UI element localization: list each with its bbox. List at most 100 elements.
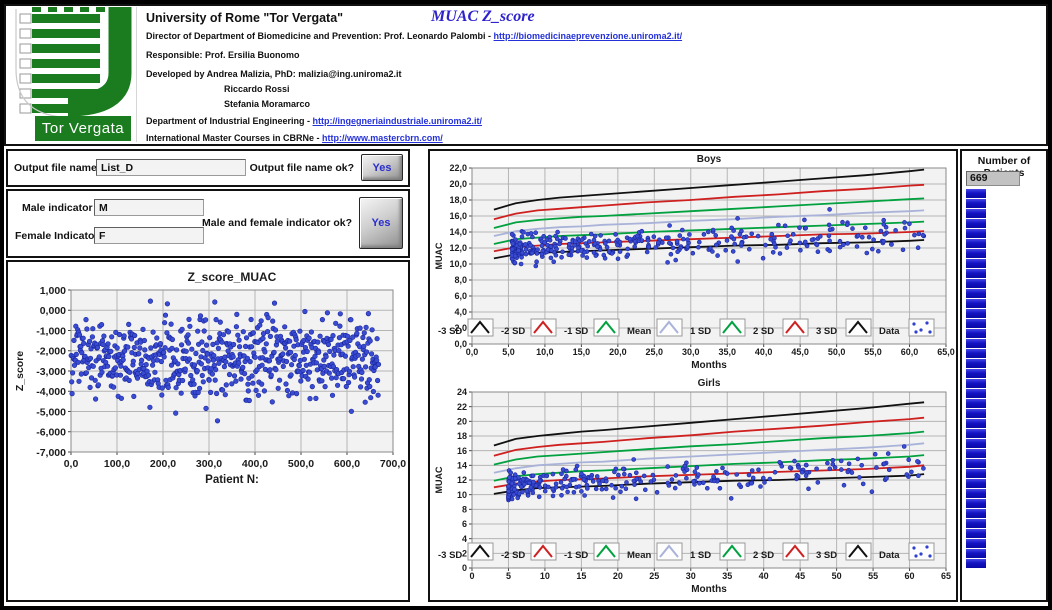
svg-text:22: 22 <box>457 402 467 412</box>
svg-text:20,0: 20,0 <box>609 347 627 357</box>
patient-cell <box>966 409 986 418</box>
svg-text:600,0: 600,0 <box>334 458 360 470</box>
zscore-chart-panel: 0,0100,0200,0300,0400,0500,0600,0700,01,… <box>6 260 410 602</box>
indicator-box: Male indicator Female Indicator Male and… <box>6 189 410 258</box>
svg-text:-2,000: -2,000 <box>36 346 66 358</box>
svg-text:1 SD: 1 SD <box>690 550 711 561</box>
patient-cell <box>966 549 986 558</box>
svg-text:-1 SD: -1 SD <box>564 326 588 337</box>
svg-text:1,000: 1,000 <box>40 285 66 297</box>
svg-text:60: 60 <box>905 571 915 581</box>
svg-text:1 SD: 1 SD <box>690 326 711 337</box>
svg-text:10,0: 10,0 <box>449 259 467 269</box>
svg-text:20: 20 <box>613 571 623 581</box>
mf-ok-button[interactable]: Yes <box>359 197 403 249</box>
svg-text:65,0: 65,0 <box>937 347 955 357</box>
svg-text:22,0: 22,0 <box>449 163 467 173</box>
app-content: Tor Vergata University of Rome "Tor Verg… <box>4 4 1048 606</box>
svg-text:0,0: 0,0 <box>64 458 79 470</box>
svg-text:0: 0 <box>462 563 467 573</box>
patient-cell <box>966 419 986 428</box>
svg-text:25: 25 <box>649 571 659 581</box>
svg-text:10,0: 10,0 <box>536 347 554 357</box>
director-line: Director of Department of Biomedicine an… <box>146 31 706 41</box>
logo-name: Tor Vergata <box>35 116 131 141</box>
patient-cell <box>966 299 986 308</box>
developer-2: Riccardo Rossi <box>224 84 706 94</box>
mastercbrn-link[interactable]: http://www.mastercbrn.com/ <box>322 133 443 143</box>
svg-text:18: 18 <box>457 431 467 441</box>
svg-text:Girls: Girls <box>698 378 721 389</box>
output-file-ok-label: Output file name ok? <box>250 162 354 174</box>
svg-text:12,0: 12,0 <box>449 243 467 253</box>
svg-text:Months: Months <box>691 584 727 595</box>
page-title: MUAC Z_score <box>431 8 535 26</box>
patient-cell <box>966 479 986 488</box>
patient-cell <box>966 289 986 298</box>
svg-text:700,0: 700,0 <box>380 458 406 470</box>
svg-text:-7,000: -7,000 <box>36 447 66 459</box>
svg-text:16,0: 16,0 <box>449 211 467 221</box>
male-indicator-input[interactable] <box>94 199 204 216</box>
biomedicine-link[interactable]: http://biomedicinaeprevenzione.uniroma2.… <box>494 31 683 41</box>
engineering-link[interactable]: http://ingegneriaindustriale.uniroma2.it… <box>313 116 483 126</box>
output-file-input[interactable] <box>96 159 246 176</box>
svg-text:Months: Months <box>691 360 727 371</box>
output-file-label: Output file name <box>14 162 97 174</box>
output-file-ok-button[interactable]: Yes <box>361 154 403 181</box>
svg-text:5,0: 5,0 <box>502 347 515 357</box>
patient-cell <box>966 459 986 468</box>
svg-text:50: 50 <box>832 571 842 581</box>
patient-cell <box>966 449 986 458</box>
svg-text:14,0: 14,0 <box>449 227 467 237</box>
svg-text:6,0: 6,0 <box>454 291 467 301</box>
svg-text:15,0: 15,0 <box>573 347 591 357</box>
svg-text:40: 40 <box>759 571 769 581</box>
svg-text:30: 30 <box>686 571 696 581</box>
svg-text:Patient N:: Patient N: <box>205 474 259 486</box>
svg-text:-3 SD: -3 SD <box>438 550 462 561</box>
patient-cell <box>966 229 986 238</box>
svg-text:0,0: 0,0 <box>466 347 479 357</box>
growth-charts-panel: 0,05,010,015,020,025,030,035,040,045,050… <box>428 149 958 602</box>
patient-cell <box>966 259 986 268</box>
patient-cell <box>966 329 986 338</box>
svg-text:MUAC: MUAC <box>434 242 444 269</box>
patient-cell <box>966 519 986 528</box>
svg-text:15: 15 <box>576 571 586 581</box>
boys-chart: 0,05,010,015,020,025,030,035,040,045,050… <box>430 152 956 376</box>
svg-text:65: 65 <box>941 571 951 581</box>
svg-text:-4,000: -4,000 <box>36 386 66 398</box>
mf-ok-label: Male and female indicator ok? <box>202 217 352 229</box>
patient-cell <box>966 349 986 358</box>
patient-cell <box>966 559 986 568</box>
female-indicator-input[interactable] <box>94 227 204 244</box>
department-line: Department of Industrial Engineering - h… <box>146 116 706 126</box>
svg-text:Data: Data <box>879 550 900 561</box>
svg-text:-6,000: -6,000 <box>36 427 66 439</box>
svg-text:55: 55 <box>868 571 878 581</box>
app-window: Tor Vergata University of Rome "Tor Verg… <box>0 0 1052 610</box>
girls-chart: 0510152025303540455055606524222018161412… <box>430 376 956 600</box>
output-file-box: Output file name Output file name ok? Ye… <box>6 149 410 187</box>
svg-text:55,0: 55,0 <box>864 347 882 357</box>
svg-text:-5,000: -5,000 <box>36 406 66 418</box>
svg-text:45: 45 <box>795 571 805 581</box>
svg-text:4: 4 <box>462 534 467 544</box>
patient-cell <box>966 379 986 388</box>
patient-cell <box>966 309 986 318</box>
svg-text:2 SD: 2 SD <box>753 550 774 561</box>
svg-text:-2 SD: -2 SD <box>501 550 525 561</box>
svg-text:500,0: 500,0 <box>288 458 314 470</box>
patient-cell <box>966 219 986 228</box>
svg-text:Mean: Mean <box>627 326 651 337</box>
svg-text:2 SD: 2 SD <box>753 326 774 337</box>
svg-text:Boys: Boys <box>697 154 722 165</box>
patient-cell <box>966 189 986 198</box>
svg-text:10: 10 <box>457 490 467 500</box>
patient-cell <box>966 529 986 538</box>
svg-text:24: 24 <box>457 387 467 397</box>
svg-text:4,0: 4,0 <box>454 307 467 317</box>
svg-text:-2 SD: -2 SD <box>501 326 525 337</box>
zscore-scatter-chart: 0,0100,0200,0300,0400,0500,0600,0700,01,… <box>9 264 407 516</box>
